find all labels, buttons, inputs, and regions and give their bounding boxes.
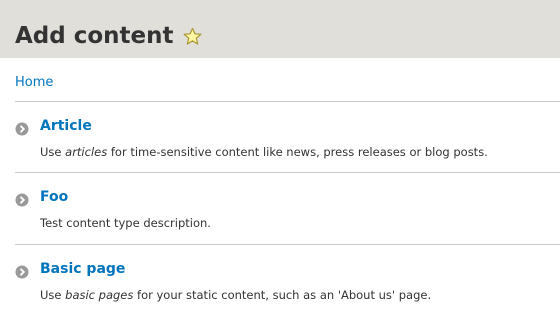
breadcrumb-home-link[interactable]: Home [15, 75, 53, 90]
divider [15, 172, 560, 173]
content-type-description: Use basic pages for your static content,… [40, 288, 432, 302]
content-type-description: Use articles for time-sensitive content … [40, 145, 488, 159]
content-type-description: Test content type description. [40, 216, 211, 230]
chevron-right-circle-icon [15, 193, 29, 207]
chevron-right-circle-icon [15, 265, 29, 279]
content-type-link-basic-page[interactable]: Basic page [40, 261, 125, 277]
chevron-right-circle-icon [15, 122, 29, 136]
content-type-link-article[interactable]: Article [40, 118, 92, 134]
divider [15, 244, 560, 245]
page-title: Add content [15, 23, 202, 49]
star-icon[interactable] [183, 27, 202, 46]
page-header: Add content [0, 0, 560, 58]
divider [15, 101, 560, 102]
content-type-link-foo[interactable]: Foo [40, 189, 68, 205]
page-title-text: Add content [15, 23, 174, 49]
